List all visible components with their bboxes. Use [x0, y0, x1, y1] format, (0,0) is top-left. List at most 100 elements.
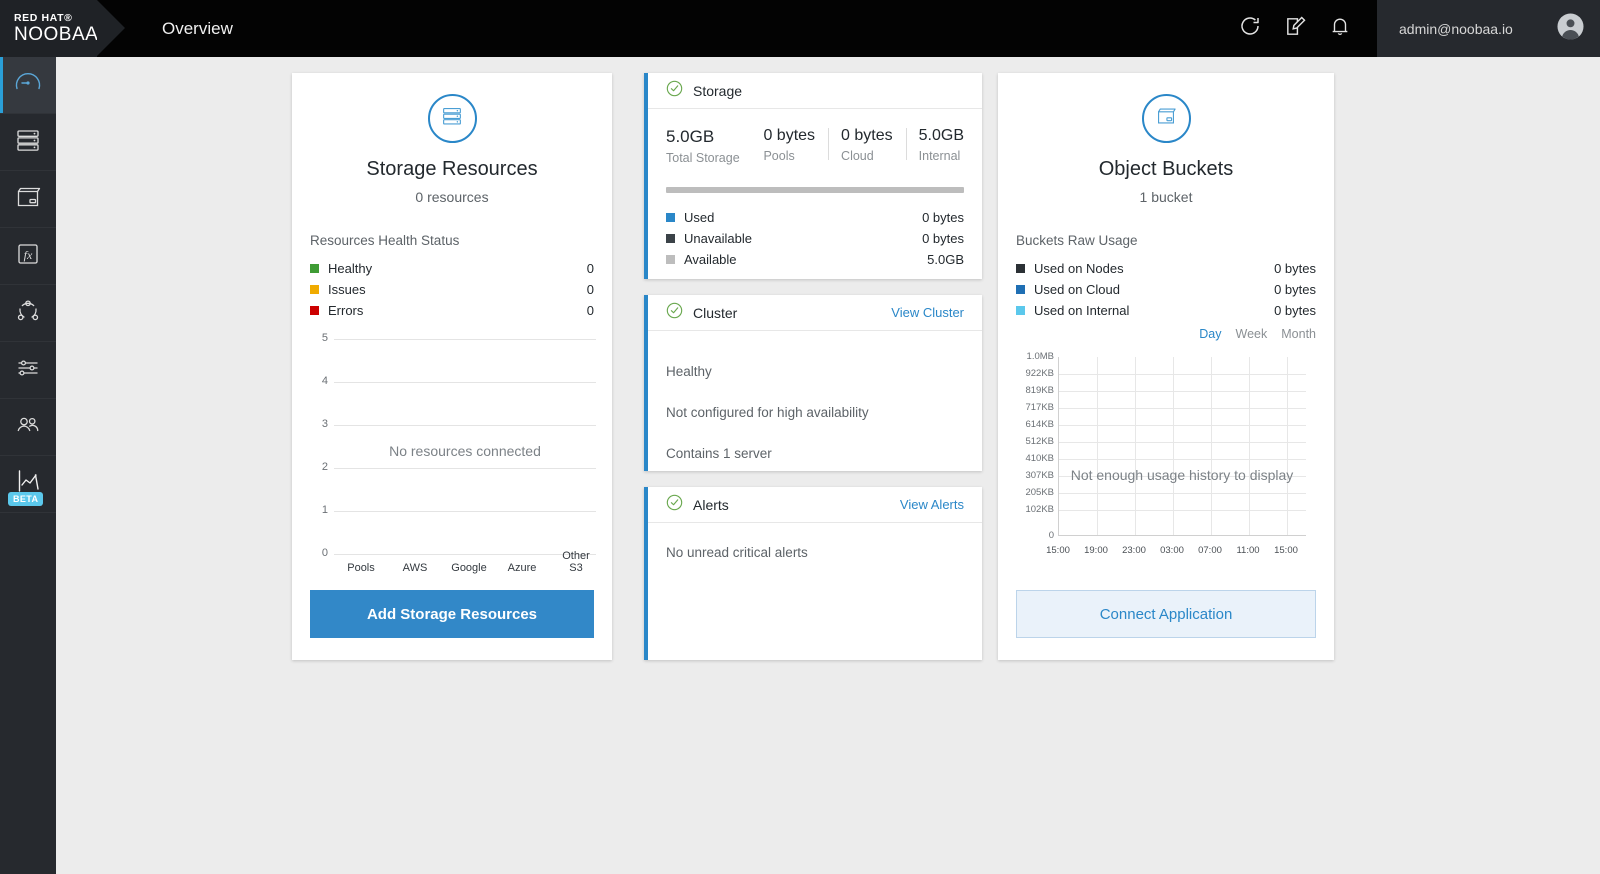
x-tick: Pools	[347, 562, 375, 574]
view-alerts-link[interactable]: View Alerts	[900, 497, 964, 512]
cloud-value: 0 bytes	[841, 127, 893, 144]
beta-badge: BETA	[8, 492, 44, 506]
y-tick: 0	[321, 547, 328, 559]
x-tick: 15:00	[1274, 545, 1298, 556]
connect-application-button[interactable]: Connect Application	[1016, 590, 1316, 638]
sidebar-item-accounts[interactable]	[0, 399, 56, 456]
legend-value: 0 bytes	[1274, 303, 1316, 318]
storage-resources-panel: Storage Resources 0 resources Resources …	[292, 73, 612, 660]
buckets-raw-usage-label: Buckets Raw Usage	[1016, 233, 1138, 248]
alerts-empty-message: No unread critical alerts	[666, 545, 808, 560]
total-storage-value: 5.0GB	[666, 127, 715, 146]
object-buckets-panel: Object Buckets 1 bucket Buckets Raw Usag…	[998, 73, 1334, 660]
legend-value: 0 bytes	[1274, 282, 1316, 297]
object-buckets-icon-wrap	[998, 94, 1334, 143]
y-tick: 2	[321, 461, 328, 473]
internal-label: Internal	[918, 149, 961, 163]
legend-item-unavailable: Unavailable 0 bytes	[644, 228, 982, 249]
bucket-icon	[14, 183, 42, 216]
legend-label: Issues	[328, 282, 366, 297]
add-storage-resources-button[interactable]: Add Storage Resources	[310, 590, 594, 638]
legend-label: Healthy	[328, 261, 373, 276]
fx-icon: fx	[14, 240, 42, 273]
total-storage-stat: 5.0GB Total Storage	[666, 127, 740, 165]
sidebar-item-analytics[interactable]: BETA	[0, 456, 56, 513]
tab-month[interactable]: Month	[1281, 327, 1316, 341]
total-storage-label: Total Storage	[666, 151, 740, 165]
x-tick: AWS	[402, 562, 428, 574]
legend-label: Available	[684, 252, 737, 267]
view-cluster-link[interactable]: View Cluster	[891, 305, 964, 320]
x-tick: Azure	[507, 562, 537, 574]
x-tick: 23:00	[1122, 545, 1146, 556]
legend-value: 0 bytes	[922, 210, 964, 225]
tab-day[interactable]: Day	[1199, 327, 1221, 341]
sidebar-item-buckets[interactable]	[0, 171, 56, 228]
pools-stat: 0 bytes Pools	[750, 127, 828, 163]
storage-resources-icon-wrap	[292, 94, 612, 143]
storage-panel-header: Storage	[644, 73, 982, 109]
unavailable-swatch	[666, 234, 675, 243]
y-tick: 5	[321, 332, 328, 344]
legend-value: 0	[586, 282, 594, 297]
sidebar-item-cluster[interactable]	[0, 285, 56, 342]
topology-icon	[14, 297, 42, 330]
cluster-panel-title: Cluster	[693, 304, 738, 321]
sidebar-item-settings[interactable]	[0, 342, 56, 399]
sidebar-item-resources[interactable]	[0, 114, 56, 171]
cluster-panel: Cluster View Cluster Healthy Not configu…	[644, 295, 982, 471]
edit-icon[interactable]	[1284, 15, 1307, 43]
sidebar-item-functions[interactable]: fx	[0, 228, 56, 285]
alerts-panel: Alerts View Alerts No unread critical al…	[644, 487, 982, 660]
cluster-health-line: Healthy	[666, 364, 712, 379]
legend-label: Errors	[328, 303, 364, 318]
user-email: admin@noobaa.io	[1399, 20, 1513, 37]
y-tick: 205KB	[1025, 487, 1054, 498]
storage-resources-subtitle: 0 resources	[415, 189, 489, 205]
tab-week[interactable]: Week	[1236, 327, 1268, 341]
brand-logo[interactable]: RED HAT® NOOBAA	[0, 0, 125, 57]
y-tick: 102KB	[1025, 504, 1054, 515]
available-swatch	[666, 255, 675, 264]
x-tick: Google	[451, 562, 487, 574]
y-tick: 0	[1048, 530, 1054, 541]
sidebar: fx BETA	[0, 57, 56, 874]
brand-redhat-text: RED HAT®	[14, 11, 73, 24]
bar-chart-empty-message: No resources connected	[389, 443, 541, 459]
x-tick: 15:00	[1046, 545, 1070, 556]
legend-label: Unavailable	[684, 231, 752, 246]
legend-label: Used on Internal	[1034, 303, 1130, 318]
bell-icon[interactable]	[1329, 15, 1351, 43]
storage-panel: Storage 5.0GB Total Storage 0 bytes Pool…	[644, 73, 982, 279]
x-tick: 11:00	[1236, 545, 1260, 556]
legend-item-healthy: Healthy 0	[292, 258, 612, 279]
healthy-swatch	[310, 264, 319, 273]
y-tick: 1	[321, 504, 328, 516]
legend-label: Used on Cloud	[1034, 282, 1120, 297]
cloud-stat: 0 bytes Cloud	[828, 127, 906, 163]
legend-value: 0	[586, 261, 594, 276]
people-icon	[13, 410, 43, 445]
usage-history-chart: 1.0MB 922KB 819KB 717KB 614KB 512KB 410K…	[1014, 349, 1318, 564]
sliders-icon	[14, 354, 42, 387]
legend-item-issues: Issues 0	[292, 279, 612, 300]
y-tick: 922KB	[1025, 368, 1054, 379]
user-menu[interactable]: admin@noobaa.io	[1377, 0, 1600, 57]
cluster-ha-line: Not configured for high availability	[666, 405, 869, 420]
legend-item-used-on-cloud: Used on Cloud 0 bytes	[998, 279, 1334, 300]
server-rack-icon	[439, 103, 465, 134]
refresh-icon[interactable]	[1238, 14, 1262, 43]
breadcrumb: Overview	[162, 0, 233, 57]
sidebar-item-overview[interactable]	[0, 57, 56, 114]
used-on-nodes-swatch	[1016, 264, 1025, 273]
object-buckets-subtitle: 1 bucket	[1139, 189, 1193, 205]
y-tick: 1.0MB	[1026, 351, 1054, 362]
usage-history-empty-message: Not enough usage history to display	[1070, 467, 1294, 483]
x-tick: 19:00	[1084, 545, 1108, 556]
user-avatar-icon[interactable]	[1557, 12, 1584, 45]
legend-value: 5.0GB	[927, 252, 964, 267]
legend-label: Used	[684, 210, 715, 225]
y-tick: 4	[321, 375, 328, 387]
storage-breakdown: 0 bytes Pools 0 bytes Cloud 5.0GB Intern…	[750, 127, 964, 163]
object-buckets-title: Object Buckets	[1098, 158, 1234, 180]
